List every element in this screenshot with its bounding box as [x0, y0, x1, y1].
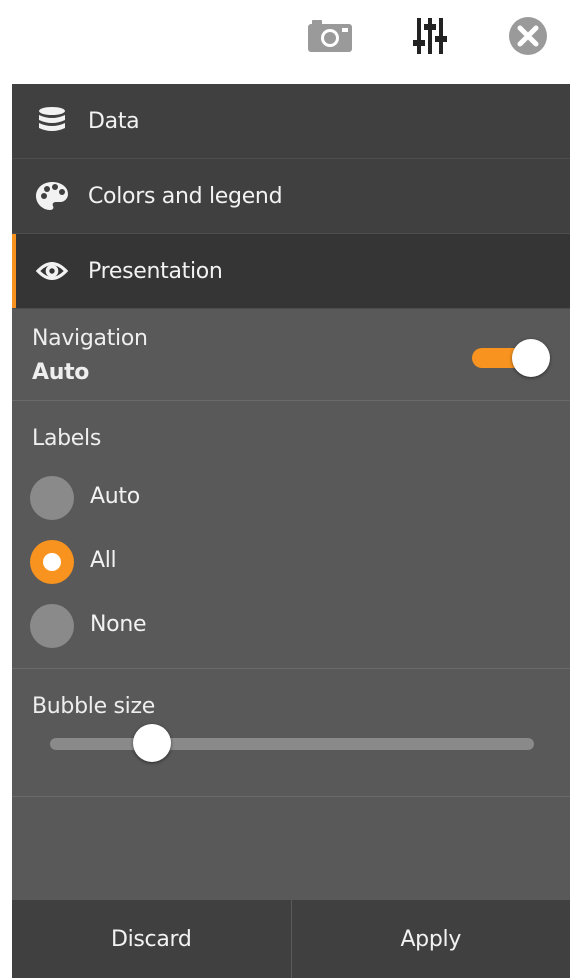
radio-button[interactable]	[30, 604, 74, 648]
discard-button[interactable]: Discard	[12, 900, 291, 978]
radio-label: Auto	[90, 484, 140, 509]
nav-item-label: Presentation	[88, 258, 223, 284]
sliders-icon	[410, 16, 450, 56]
properties-panel: Data Colors and legend Presentation Navi…	[12, 84, 570, 978]
close-button[interactable]	[502, 12, 554, 60]
palette-icon	[34, 180, 70, 212]
radio-label: None	[90, 612, 147, 637]
nav-item-colors-and-legend[interactable]: Colors and legend	[12, 159, 570, 234]
nav-item-label: Colors and legend	[88, 183, 283, 209]
slider-rail	[50, 738, 534, 750]
radio-button-checked[interactable]	[30, 540, 74, 584]
radio-label: All	[90, 548, 117, 573]
navigation-value: Auto	[32, 360, 90, 385]
labels-option-all[interactable]: All	[30, 538, 330, 586]
divider	[12, 668, 570, 669]
nav-item-data[interactable]: Data	[12, 84, 570, 159]
footer: Discard Apply	[12, 900, 570, 978]
left-edge	[0, 0, 4, 978]
labels-option-none[interactable]: None	[30, 602, 330, 650]
bubble-size-title: Bubble size	[32, 694, 155, 719]
toggle-knob	[512, 339, 550, 377]
slider-thumb[interactable]	[133, 724, 171, 762]
navigation-title: Navigation	[32, 326, 148, 351]
nav-item-label: Data	[88, 108, 140, 134]
apply-button[interactable]: Apply	[290, 900, 570, 978]
labels-title: Labels	[32, 426, 102, 451]
camera-button[interactable]	[304, 12, 356, 60]
divider	[12, 796, 570, 797]
radio-button[interactable]	[30, 476, 74, 520]
navigation-toggle[interactable]	[472, 337, 552, 379]
toolbar	[0, 0, 570, 84]
eye-icon	[34, 255, 70, 287]
camera-icon	[306, 18, 354, 54]
adjust-button[interactable]	[404, 12, 456, 60]
close-icon	[508, 16, 548, 56]
nav-item-presentation[interactable]: Presentation	[12, 234, 570, 309]
active-indicator	[12, 234, 16, 308]
labels-option-auto[interactable]: Auto	[30, 474, 330, 522]
divider	[12, 400, 570, 401]
database-icon	[34, 105, 70, 137]
bubble-size-slider[interactable]	[50, 724, 534, 764]
